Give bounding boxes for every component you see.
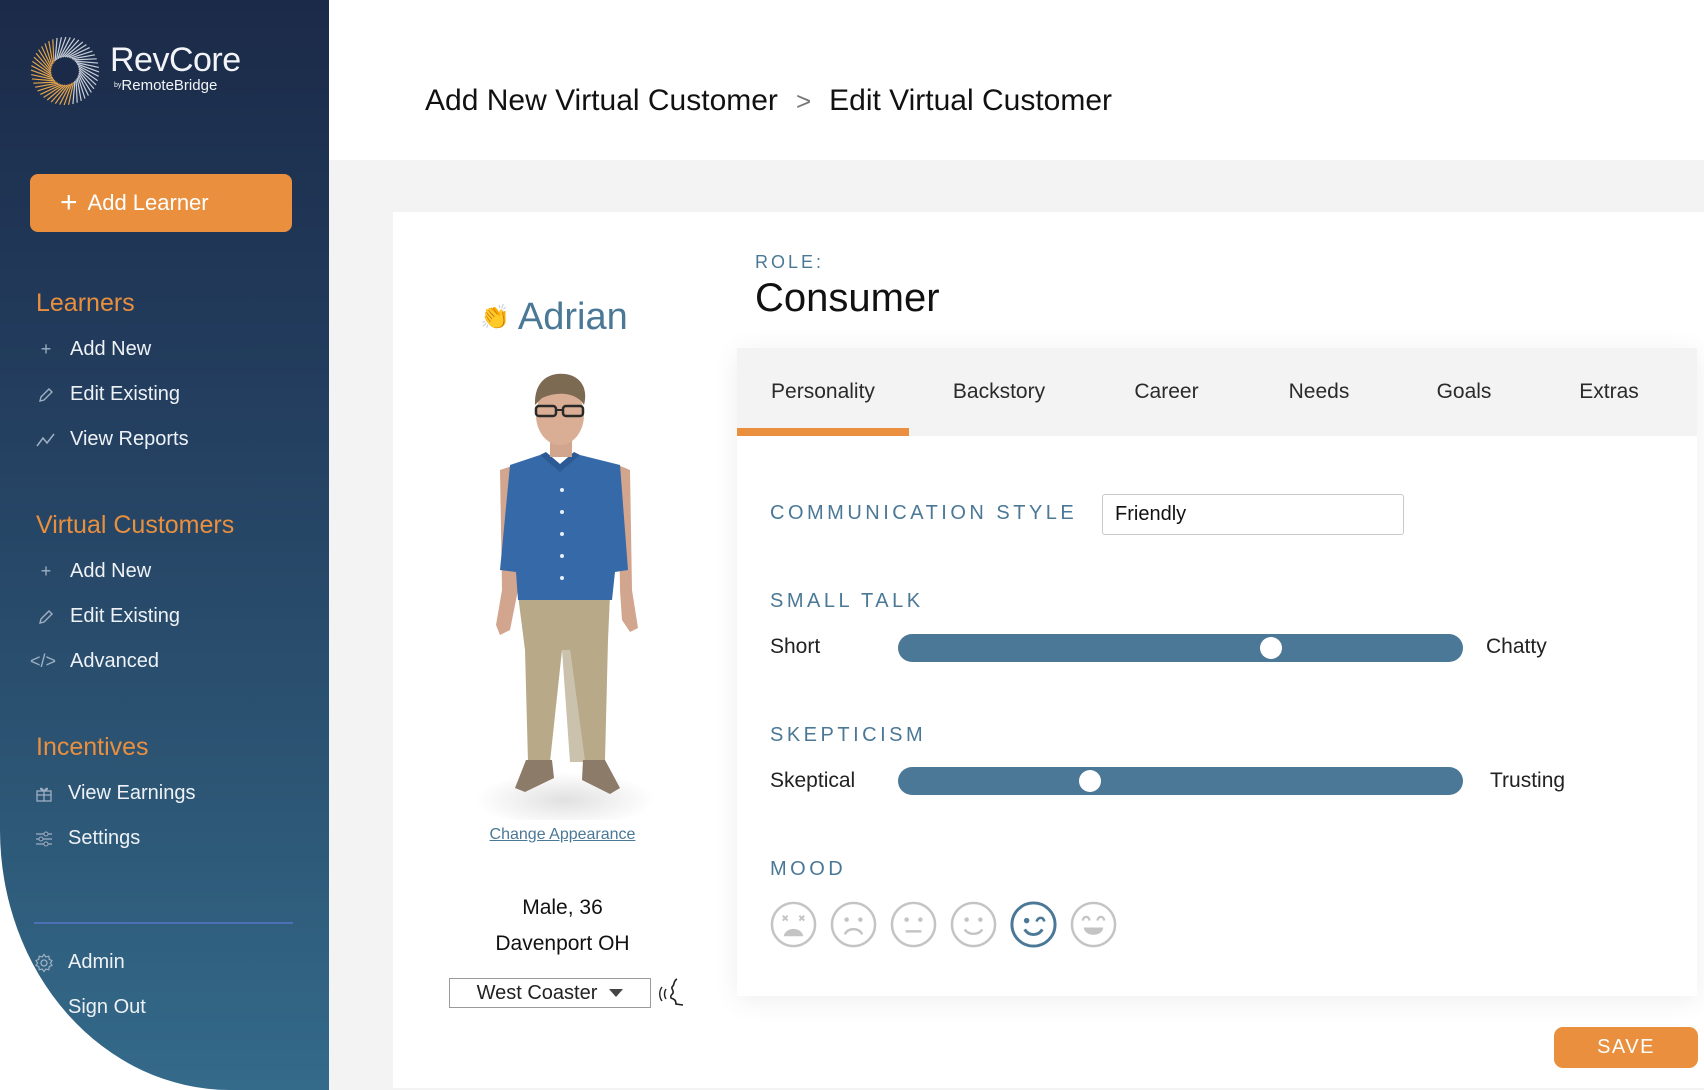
skepticism-label: SKEPTICISM [770, 724, 927, 746]
chevron-down-icon [609, 989, 624, 997]
small-talk-label: SMALL TALK [770, 590, 924, 612]
tab-extras[interactable]: Extras [1534, 348, 1684, 436]
sidebar-item-settings[interactable]: Settings [32, 827, 140, 850]
sidebar-item-label: View Reports [70, 428, 189, 450]
communication-style-label: COMMUNICATION STYLE [770, 502, 1078, 524]
customer-name-heading: 👏 Adrian [480, 296, 628, 339]
tab-needs[interactable]: Needs [1244, 348, 1394, 436]
brand-byline: byRemoteBridge [114, 78, 241, 94]
breadcrumb: Add New Virtual Customer > Edit Virtual … [425, 84, 1112, 118]
breadcrumb-parent-link[interactable]: Add New Virtual Customer [425, 84, 778, 118]
sidebar-item-label: Add New [70, 338, 152, 360]
revcore-logo-icon [30, 36, 100, 106]
sidebar-item-label: Sign Out [68, 996, 146, 1018]
save-button[interactable]: SAVE [1554, 1027, 1698, 1068]
small-talk-max-label: Chatty [1486, 635, 1547, 658]
mood-selector [769, 900, 1118, 949]
sidebar-item-sign-out[interactable]: Sign Out [32, 996, 146, 1019]
tab-backstory[interactable]: Backstory [909, 348, 1089, 436]
plus-icon: + [40, 561, 52, 581]
sidebar: RevCore byRemoteBridge + Add Learner Lea… [0, 0, 329, 1090]
breadcrumb-separator: > [795, 85, 812, 116]
sidebar-item-view-earnings[interactable]: View Earnings [32, 782, 195, 805]
mood-joyful-icon[interactable] [1069, 900, 1118, 949]
sidebar-item-advanced[interactable]: </> Advanced [28, 650, 159, 673]
plus-icon: + [60, 186, 78, 219]
role-label: ROLE: [755, 252, 825, 272]
tab-goals[interactable]: Goals [1394, 348, 1534, 436]
sidebar-item-label: Edit Existing [70, 605, 181, 627]
sidebar-item-vc-edit-existing[interactable]: Edit Existing [34, 605, 180, 628]
sidebar-item-label: Admin [68, 951, 125, 973]
change-appearance-link[interactable]: Change Appearance [440, 826, 685, 844]
sidebar-item-view-reports[interactable]: View Reports [34, 428, 189, 451]
brand: RevCore byRemoteBridge [110, 42, 241, 94]
logo-ray [73, 58, 97, 61]
pencil-icon [34, 608, 58, 626]
tab-personality[interactable]: Personality [737, 348, 909, 436]
mood-label: MOOD [770, 858, 847, 880]
skepticism-max-label: Trusting [1490, 769, 1566, 792]
chart-line-icon [34, 432, 58, 448]
nav-heading-incentives: Incentives [36, 733, 149, 761]
voice-preview-icon[interactable] [657, 976, 687, 1008]
small-talk-slider-thumb[interactable] [1259, 637, 1282, 659]
role-value: Consumer [755, 276, 940, 320]
sidebar-item-vc-add-new[interactable]: + Add New [34, 560, 151, 583]
plus-icon: + [40, 339, 52, 359]
mood-content-icon[interactable] [949, 900, 998, 949]
logo-ray [33, 81, 57, 84]
accent-select-value: West Coaster [476, 981, 598, 1004]
brand-by-name: RemoteBridge [121, 77, 218, 94]
code-icon: </> [29, 651, 57, 671]
sign-out-icon [32, 999, 56, 1017]
sidebar-item-label: Advanced [70, 650, 159, 672]
avatar-3d-figure [475, 373, 655, 820]
sidebar-item-admin[interactable]: Admin [32, 951, 125, 974]
mood-playful-icon[interactable] [1009, 900, 1058, 949]
skepticism-slider[interactable] [898, 767, 1463, 795]
sidebar-item-label: Edit Existing [70, 383, 181, 405]
customer-location: Davenport OH [495, 932, 630, 955]
tab-bar: Personality Backstory Career Needs Goals… [737, 348, 1697, 436]
customer-gender-age: Male, 36 [522, 896, 603, 919]
clapping-hands-icon: 👏 [480, 304, 510, 331]
mood-sad-icon[interactable] [829, 900, 878, 949]
communication-style-input[interactable] [1102, 494, 1404, 535]
customer-name: Adrian [517, 296, 628, 338]
logo-ray [75, 79, 78, 103]
sidebar-item-learners-edit-existing[interactable]: Edit Existing [34, 383, 180, 406]
pencil-icon [34, 386, 58, 404]
gift-icon [32, 785, 56, 803]
skepticism-slider-thumb[interactable] [1079, 770, 1102, 792]
tab-panel: Personality Backstory Career Needs Goals… [737, 348, 1697, 996]
sidebar-item-label: Settings [68, 827, 141, 849]
mood-neutral-icon[interactable] [889, 900, 938, 949]
breadcrumb-current: Edit Virtual Customer [829, 84, 1113, 117]
sidebar-item-learners-add-new[interactable]: + Add New [34, 338, 151, 361]
nav-heading-learners: Learners [36, 289, 135, 317]
mood-distressed-icon[interactable] [769, 900, 818, 949]
nav-heading-virtual-customers: Virtual Customers [36, 511, 235, 539]
small-talk-slider[interactable] [898, 634, 1463, 662]
add-learner-button[interactable]: + Add Learner [30, 174, 292, 232]
brand-name: RevCore [110, 41, 241, 79]
gear-icon [32, 952, 56, 973]
sidebar-item-label: Add New [70, 560, 152, 582]
skepticism-min-label: Skeptical [770, 769, 856, 792]
logo-ray [52, 39, 55, 63]
accent-select[interactable]: West Coaster [449, 978, 651, 1008]
small-talk-min-label: Short [770, 635, 821, 658]
sliders-icon [32, 831, 56, 847]
tab-career[interactable]: Career [1089, 348, 1244, 436]
sidebar-item-label: View Earnings [68, 782, 196, 804]
sidebar-divider [34, 922, 293, 924]
add-learner-label: Add Learner [87, 190, 209, 215]
